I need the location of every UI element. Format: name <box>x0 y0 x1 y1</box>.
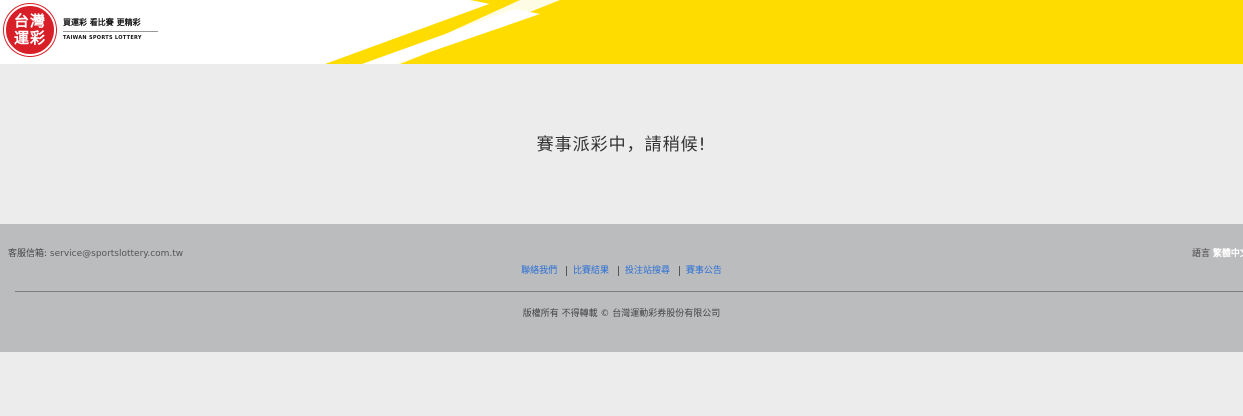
footer-divider <box>15 291 1243 292</box>
footer-contact: 客服信箱: service@sportslottery.com.tw <box>8 246 183 259</box>
footer-nav: 聯絡我們 比賽結果 投注站搜尋 賽事公告 <box>0 263 1243 276</box>
site-header: 台灣 運彩 買運彩 看比賽 更精彩 TAIWAN SPORTS LOTTERY <box>0 0 1243 64</box>
status-message: 賽事派彩中，請稍候! <box>536 135 707 155</box>
logo-text-line2: 運彩 <box>13 29 46 47</box>
brand-english-name: TAIWAN SPORTS LOTTERY <box>63 35 142 41</box>
header-yellow-stripe-graphic <box>325 0 1243 64</box>
language-current-value[interactable]: 繁體中文 <box>1213 249 1243 259</box>
brand-wordmark: 買運彩 看比賽 更精彩 TAIWAN SPORTS LOTTERY <box>63 17 158 41</box>
logo-text-line1: 台灣 <box>13 12 46 30</box>
brand-slogan: 買運彩 看比賽 更精彩 <box>63 17 158 32</box>
brand-logo[interactable]: 台灣 運彩 <box>4 4 56 56</box>
language-label: 語言 <box>1192 249 1211 259</box>
footer-copyright: 版權所有 不得轉載 © 台灣運動彩券股份有限公司 <box>522 309 721 319</box>
contact-email-link[interactable]: service@sportslottery.com.tw <box>50 249 183 259</box>
footer-link-contact-us[interactable]: 聯絡我們 <box>515 266 563 276</box>
footer-link-store-search[interactable]: 投注站搜尋 <box>617 266 676 276</box>
site-footer: 客服信箱: service@sportslottery.com.tw 語言 繁體… <box>0 224 1243 352</box>
footer-link-announcements[interactable]: 賽事公告 <box>678 266 728 276</box>
footer-link-results[interactable]: 比賽結果 <box>566 266 616 276</box>
language-selector[interactable]: 語言 繁體中文 <box>1192 246 1243 259</box>
contact-label: 客服信箱: <box>8 249 48 259</box>
